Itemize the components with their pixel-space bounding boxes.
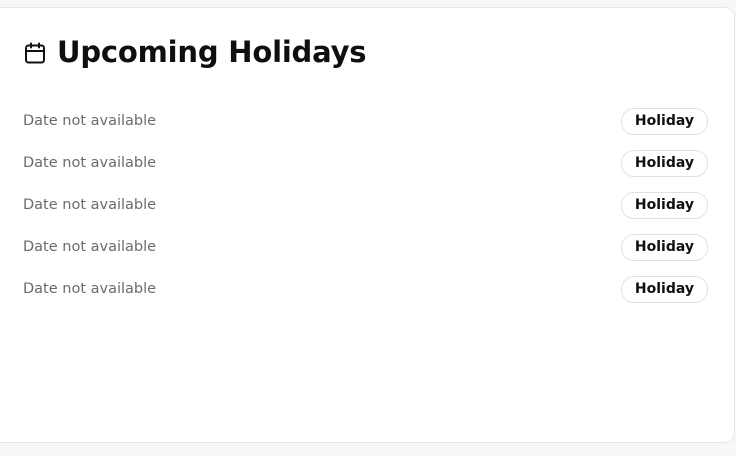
- holiday-list: Date not available Holiday Date not avai…: [23, 100, 708, 310]
- holiday-date: Date not available: [23, 113, 157, 129]
- holiday-badge: Holiday: [620, 191, 708, 219]
- holiday-item: Date not available Holiday: [23, 184, 708, 226]
- holiday-badge: Holiday: [620, 233, 708, 261]
- card-title: Upcoming Holidays: [57, 35, 367, 69]
- holiday-date: Date not available: [23, 155, 157, 171]
- holiday-item: Date not available Holiday: [23, 226, 708, 268]
- holiday-badge: Holiday: [620, 149, 708, 177]
- holiday-date: Date not available: [23, 239, 157, 255]
- holiday-item: Date not available Holiday: [23, 142, 708, 184]
- calendar-icon: [23, 41, 47, 65]
- card-header: Upcoming Holidays: [23, 35, 367, 69]
- holiday-date: Date not available: [23, 281, 157, 297]
- holiday-item: Date not available Holiday: [23, 268, 708, 310]
- holiday-date: Date not available: [23, 197, 157, 213]
- holiday-badge: Holiday: [620, 107, 708, 135]
- holiday-badge: Holiday: [620, 275, 708, 303]
- upcoming-holidays-card: Upcoming Holidays Date not available Hol…: [0, 7, 735, 443]
- holiday-item: Date not available Holiday: [23, 100, 708, 142]
